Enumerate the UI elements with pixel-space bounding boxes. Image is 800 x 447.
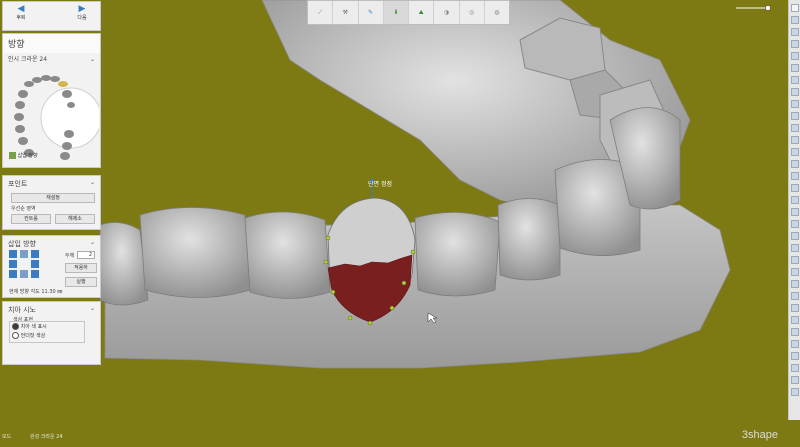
release-button[interactable]: 해제소: [55, 214, 95, 224]
execute-button[interactable]: 실행: [65, 277, 97, 287]
model-label: 단면 정점: [368, 180, 392, 188]
arrow-right-icon: ▶: [78, 4, 86, 14]
radio-1-label: 치아 색 표시: [20, 324, 47, 330]
workflow-toolbar: ⟋ ⚒ ✎ ⬇ ⛰ ◑ ◎ ◍: [307, 0, 510, 25]
view-icon-5[interactable]: [790, 64, 799, 72]
view-icon-19[interactable]: [790, 232, 799, 240]
toolbar-direction-icon[interactable]: ✎: [359, 1, 384, 24]
reset-button[interactable]: 재설정: [11, 193, 95, 203]
view-icon-28[interactable]: [790, 340, 799, 348]
view-icon-25[interactable]: [790, 304, 799, 312]
view-icon-22[interactable]: [790, 268, 799, 276]
view-icon-6[interactable]: [790, 76, 799, 84]
toolbar-finish-icon[interactable]: ◍: [485, 1, 509, 24]
apply-button[interactable]: 적용하: [65, 263, 97, 273]
prev-label: 후퇴: [16, 15, 26, 21]
arrow-down-right-icon[interactable]: [31, 270, 39, 278]
arrow-up-icon[interactable]: [20, 250, 28, 258]
close-icon[interactable]: [790, 4, 799, 12]
view-icon-32[interactable]: [790, 388, 799, 396]
radio-2-label: 언더컷 색상: [20, 333, 46, 339]
view-icon-7[interactable]: [790, 88, 799, 96]
view-icon-17[interactable]: [790, 208, 799, 216]
view-icon-23[interactable]: [790, 280, 799, 288]
brand-logo: 3shape: [741, 429, 778, 441]
adjust-panel: 치아 시노 ⌄ 색상 표현 치아 색 표시 언더컷 색상: [2, 301, 101, 365]
view-icon-29[interactable]: [790, 352, 799, 360]
direction-panel: 방향 인시 크라운 24 ⌄ 삽입 방향: [2, 33, 101, 168]
direction-arrow-grid[interactable]: [9, 250, 39, 284]
chevron-down-icon[interactable]: ⌄: [90, 56, 95, 63]
view-icon-11[interactable]: [790, 136, 799, 144]
view-icon-18[interactable]: [790, 220, 799, 228]
status-line-1: 모드: [2, 434, 12, 440]
view-icon-13[interactable]: [790, 160, 799, 168]
view-icon-2[interactable]: [790, 28, 799, 36]
view-icon-9[interactable]: [790, 112, 799, 120]
toolbar-insertion-icon[interactable]: ⬇: [383, 1, 409, 24]
toolbar-design-icon[interactable]: ⛰: [409, 1, 435, 24]
insertion-direction-panel: 삽입 방향 ⌄ 두께 2 적용하 실행 현재 방향 각도 11.30 ㎜: [2, 235, 101, 298]
view-icon-12[interactable]: [790, 148, 799, 156]
view-icon-3[interactable]: [790, 40, 799, 48]
view-icon-8[interactable]: [790, 100, 799, 108]
view-icon-1[interactable]: [790, 16, 799, 24]
view-icon-16[interactable]: [790, 196, 799, 204]
view-slider-handle[interactable]: [765, 5, 771, 11]
thickness-input[interactable]: 2: [77, 251, 95, 259]
view-icon-24[interactable]: [790, 292, 799, 300]
view-icon-14[interactable]: [790, 172, 799, 180]
control-button[interactable]: 컨트롤: [11, 214, 51, 224]
status-line-2: 완성 크라운 24: [30, 434, 63, 440]
adjust-collapse-icon[interactable]: ⌄: [90, 305, 95, 312]
view-icon-10[interactable]: [790, 124, 799, 132]
arrow-left-icon: ◀: [17, 4, 25, 14]
radio-selected-icon: [12, 323, 19, 330]
toolbar-sculpt-icon[interactable]: ◎: [460, 1, 485, 24]
points-title: 포인트: [8, 180, 28, 188]
direction-subtitle-row[interactable]: 인시 크라운 24 ⌄: [3, 53, 100, 66]
arrow-down-left-icon[interactable]: [9, 270, 17, 278]
view-icon-20[interactable]: [790, 244, 799, 252]
arrow-left-icon[interactable]: [9, 260, 17, 268]
view-icon-30[interactable]: [790, 364, 799, 372]
radio-empty-icon: [12, 332, 19, 339]
tooth-icon: [9, 152, 16, 159]
direction-title: 방향: [3, 34, 100, 53]
thickness-label: 두께: [65, 253, 75, 259]
points-section-label: 우선순 영역: [11, 206, 36, 212]
tooth-selector-diagram[interactable]: [11, 72, 99, 164]
arrow-right-icon[interactable]: [31, 260, 39, 268]
right-toolbar: [788, 0, 800, 420]
view-icon-15[interactable]: [790, 184, 799, 192]
prev-button[interactable]: ◀ 후퇴: [6, 4, 36, 28]
points-collapse-icon[interactable]: ⌄: [90, 179, 95, 186]
3d-viewport[interactable]: 단면 정점: [0, 0, 800, 447]
next-label: 다음: [77, 15, 87, 21]
toolbar-scan-icon[interactable]: ⟋: [308, 1, 334, 24]
thickness-value: 2: [88, 252, 92, 258]
arrow-up-left-icon[interactable]: [9, 250, 17, 258]
insertion-option[interactable]: 삽입 방향: [9, 152, 38, 159]
direction-subtitle: 인시 크라운 24: [8, 56, 48, 63]
navigation-panel: ◀ 후퇴 ▶ 다음: [2, 1, 101, 31]
view-icon-31[interactable]: [790, 376, 799, 384]
toolbar-tooth-icon[interactable]: ◑: [434, 1, 460, 24]
insertion-collapse-icon[interactable]: ⌄: [90, 239, 95, 246]
arrow-up-right-icon[interactable]: [31, 250, 39, 258]
view-icon-26[interactable]: [790, 316, 799, 324]
toolbar-margin-icon[interactable]: ⚒: [333, 1, 359, 24]
view-icon-21[interactable]: [790, 256, 799, 264]
points-panel: 포인트 ⌄ 재설정 우선순 영역 컨트롤 해제소: [2, 175, 101, 230]
next-button[interactable]: ▶ 다음: [67, 4, 97, 28]
insertion-option-label: 삽입 방향: [17, 153, 38, 159]
view-icon-4[interactable]: [790, 52, 799, 60]
radio-tooth-color[interactable]: 치아 색 표시: [12, 323, 47, 330]
view-icon-27[interactable]: [790, 328, 799, 336]
radio-undercut-color[interactable]: 언더컷 색상: [12, 332, 45, 339]
status-bar: 모드 완성 크라운 24 3shape: [0, 429, 800, 447]
arrow-down-icon[interactable]: [20, 270, 28, 278]
angle-info: 현재 방향 각도 11.30 ㎜: [9, 289, 63, 295]
